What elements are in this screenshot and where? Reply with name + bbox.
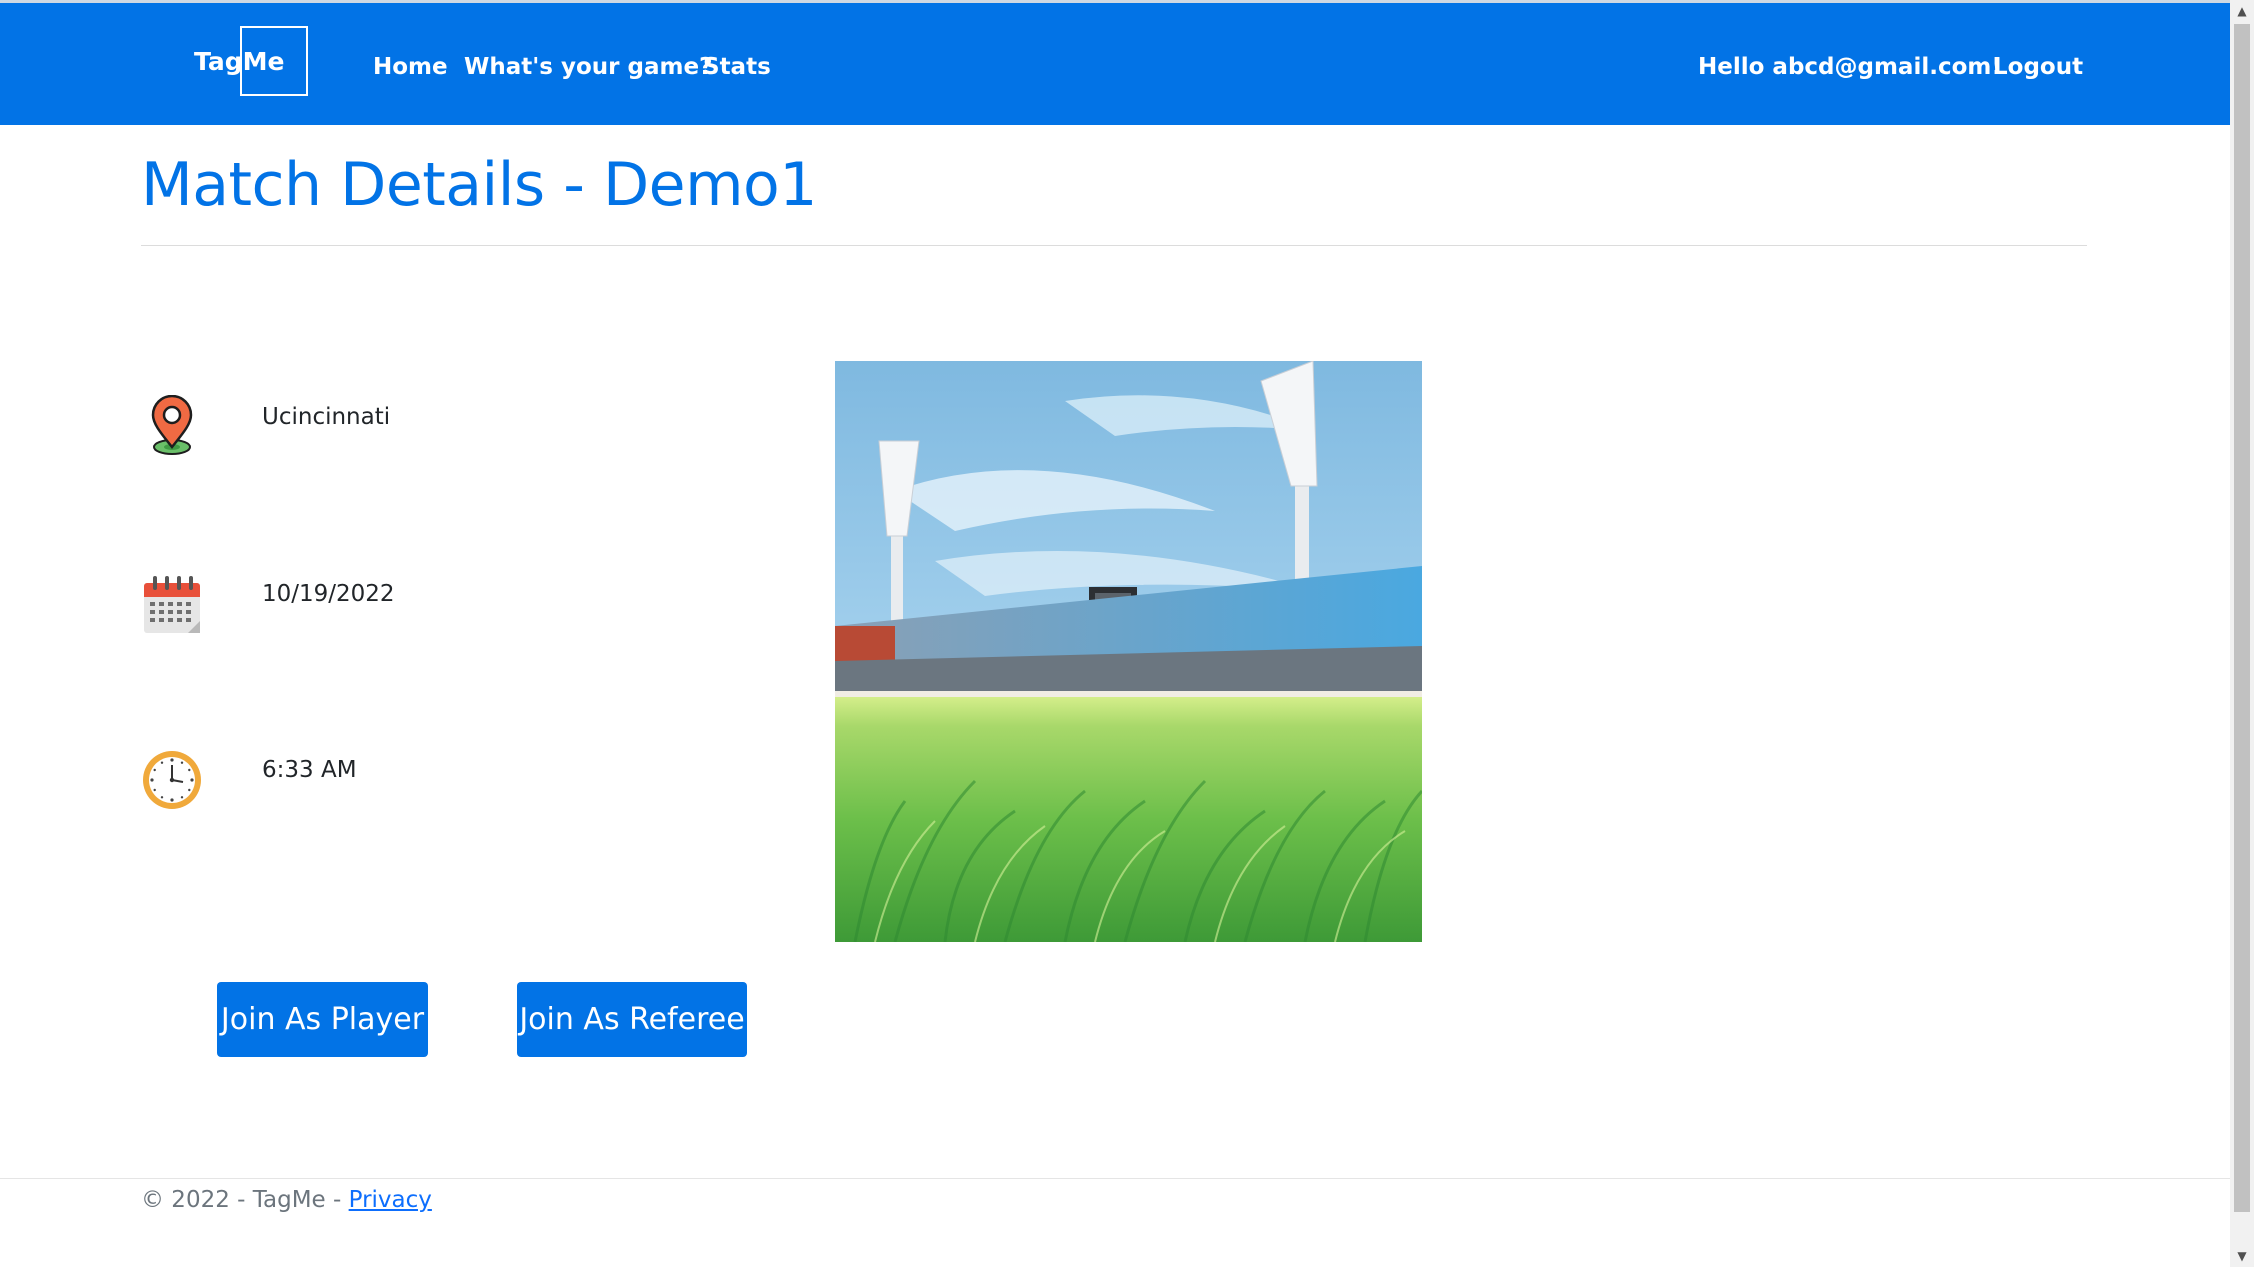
date-text: 10/19/2022 (262, 581, 395, 607)
footer: © 2022 - TagMe - Privacy (141, 1187, 432, 1213)
user-greeting-link[interactable]: Hello abcd@gmail.com! (1698, 54, 2002, 80)
map-pin-icon (151, 395, 193, 455)
privacy-link[interactable]: Privacy (349, 1187, 432, 1213)
join-as-player-button[interactable]: Join As Player (217, 982, 428, 1057)
nav-game-link[interactable]: What's your game? (464, 54, 712, 80)
vertical-scrollbar[interactable]: ▲ ▼ (2230, 0, 2254, 1267)
navbar: TagMe Home What's your game? Stats Hello… (0, 3, 2230, 125)
time-text: 6:33 AM (262, 757, 357, 783)
scroll-down-arrow-icon[interactable]: ▼ (2230, 1245, 2254, 1267)
scrollbar-thumb[interactable] (2234, 24, 2250, 1212)
scroll-up-arrow-icon[interactable]: ▲ (2230, 0, 2254, 22)
join-as-referee-button[interactable]: Join As Referee (517, 982, 747, 1057)
footer-divider (0, 1178, 2230, 1179)
calendar-icon (144, 576, 200, 633)
title-divider (141, 245, 2087, 246)
location-text: Ucincinnati (262, 404, 391, 430)
footer-copyright: © 2022 - TagMe - (141, 1187, 349, 1213)
page-title: Match Details - Demo1 (141, 150, 817, 220)
page: TagMe Home What's your game? Stats Hello… (0, 0, 2254, 1267)
brand-link[interactable]: TagMe (194, 47, 284, 76)
clock-icon (143, 751, 201, 809)
logout-link[interactable]: Logout (1993, 54, 2083, 80)
nav-stats-link[interactable]: Stats (703, 54, 771, 80)
nav-home-link[interactable]: Home (373, 54, 448, 80)
stadium-image (835, 361, 1422, 942)
